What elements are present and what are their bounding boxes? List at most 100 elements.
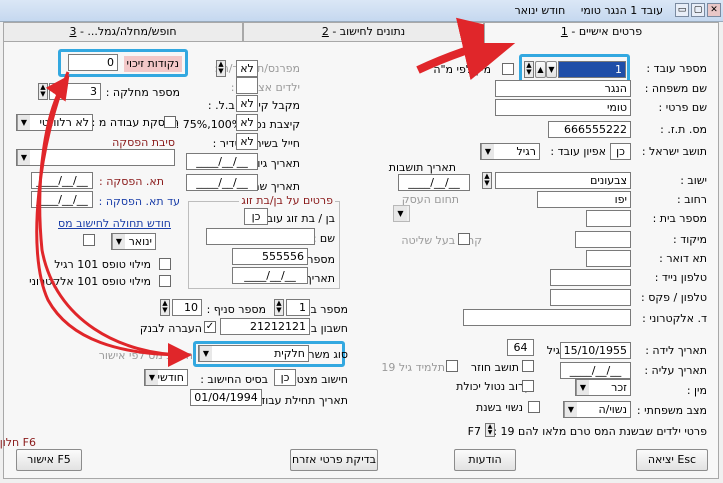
spouse-name-label: שם : [312,232,335,245]
sort-by-name-checkbox[interactable] [502,63,514,75]
messages-button[interactable]: הודעות [454,449,516,471]
tab-vacation[interactable]: חופש/מחלה/גמל... - 3 [3,22,243,42]
last-name-input[interactable]: הנגר [495,80,631,97]
employee-down-button[interactable]: ▼ [546,61,557,78]
disabled-checkbox[interactable] [522,380,534,392]
cumul-input[interactable]: כן [274,369,296,386]
chevron-down-icon[interactable]: ▼ [145,370,158,385]
spouse-works-checkbox[interactable] [528,401,540,413]
employee-up-button[interactable]: ▲ [535,61,546,78]
zip-input[interactable] [575,231,631,248]
mobile-input[interactable] [550,269,631,286]
resident-input[interactable]: כן [610,143,631,160]
form101e-label: מילוי טופס 101 אלקטרוני [29,275,151,288]
stop-date-input[interactable]: __/__/____ [31,172,93,189]
city-spin[interactable]: ▲ ▼ [482,172,492,189]
points-input[interactable]: 0 [68,54,118,71]
kids-spin[interactable]: ▲ ▼ [485,423,495,437]
job-select[interactable]: חלקית ▼ [198,345,309,362]
phone-input[interactable] [550,289,631,306]
gender-select[interactable]: זכר ▼ [575,379,631,396]
area-select[interactable]: ▼ [393,205,410,222]
exit-button[interactable]: יציאה Esc [636,449,708,471]
sort-by-name-label: מיין לפי מ"ה [433,63,491,76]
account-input[interactable]: 21212121 [220,318,310,335]
student-checkbox[interactable] [446,360,458,372]
disab-input[interactable]: לא [236,114,258,131]
chevron-down-icon[interactable]: ▼ [394,206,407,221]
birth-input[interactable]: 15/10/1955 [560,342,631,359]
settlement-date-input[interactable]: __/__/____ [398,174,470,191]
kids-pts-input[interactable]: לא [236,60,258,77]
house-input[interactable] [586,210,631,227]
chevron-down-icon[interactable]: ▼ [112,234,125,249]
dept-input[interactable]: 3 [49,83,101,100]
stop-work-checkbox[interactable] [164,116,176,128]
chevron-down-icon[interactable]: ▼ [576,380,589,395]
calc-month-checkbox[interactable] [83,234,95,246]
child-with-input[interactable] [236,77,258,94]
bank-input[interactable]: 1 [286,299,310,316]
stop-reason-select[interactable]: ▼ [16,149,175,166]
city-input[interactable]: צבעונים [495,172,631,189]
resident-label: תושב ישראל : [641,145,707,158]
restore-icon[interactable]: ▢ [691,3,705,17]
soldier-input[interactable]: לא [236,133,258,150]
first-name-label: שם פרטי : [658,101,707,114]
chevron-down-icon[interactable]: ▼ [17,115,30,130]
bank-spin[interactable]: ▲ ▼ [274,299,284,316]
relative-checkbox[interactable] [458,233,470,245]
spouse-name-input[interactable] [206,228,315,245]
stop-work-select[interactable]: לא רלוונטי ▼ [16,114,93,131]
marital-select[interactable]: נשוי/ה ▼ [563,401,631,418]
street-input[interactable]: יפו [537,191,631,208]
student-label: תלמיד גיל 19 [381,361,445,374]
spouse-id-input[interactable]: 555556 [232,248,308,265]
calc-month-select[interactable]: ינואר ▼ [111,233,156,250]
allowance-input[interactable]: לא [236,95,258,112]
until-input[interactable]: __/__/____ [31,191,93,208]
close-icon[interactable]: ✕ [707,3,721,17]
birth-label: תאריך לידה : [645,344,707,357]
minimize-icon[interactable]: ▭ [675,3,689,17]
kids-pts-spin[interactable]: ▲ ▼ [216,60,226,77]
chevron-down-icon[interactable]: ▼ [17,150,30,165]
dept-spin[interactable]: ▲ ▼ [38,83,48,100]
start-input[interactable]: 01/04/1994 [190,389,262,406]
chevron-down-icon[interactable]: ▼ [564,402,577,417]
kids-key: F7 [467,425,481,438]
pobox-input[interactable] [586,250,631,267]
branch-spin[interactable]: ▲ ▼ [160,299,170,316]
chevron-down-icon[interactable]: ▼ [199,346,212,361]
window-title: עובד 1 הנגר טומי [580,4,663,17]
spouse-works-input[interactable]: כן [244,208,268,225]
returning-checkbox[interactable] [522,360,534,372]
employee-no-input[interactable]: 1 [558,61,626,78]
spouse-birth-input[interactable]: __/__/____ [232,267,308,284]
branch-input[interactable]: 10 [172,299,202,316]
employee-no-spin[interactable]: ▲ ▼ [524,61,534,78]
returning-label: תושב חוזר [470,361,519,374]
army-end-input[interactable]: __/__/____ [186,174,258,191]
email-input[interactable] [463,309,631,326]
transfer-checkbox[interactable]: ✓ [204,321,216,333]
tab-personal[interactable]: פרטים אישיים - 1 [484,22,719,43]
emp-type-label: אפיון עובד : [550,145,606,158]
check-citizen-button[interactable]: בדיקת פרטי אזרח [290,449,378,471]
id-input[interactable]: 666555222 [548,121,631,138]
aliya-input[interactable]: __/__/____ [560,362,631,379]
first-name-input[interactable]: טומי [495,99,631,116]
emp-type-select[interactable]: רגיל ▼ [480,143,540,160]
form101e-checkbox[interactable] [159,275,171,287]
until-label: עד תא. הפסקה : [98,195,180,208]
form101-checkbox[interactable] [159,258,171,270]
basis-select[interactable]: חודשי ▼ [144,369,188,386]
chevron-down-icon[interactable]: ▼ [481,144,494,159]
basis-label: בסיס החישוב : [200,373,268,386]
army-start-input[interactable]: __/__/____ [186,153,258,170]
settlement-date-label: תאריך תושבות [388,161,456,174]
id-label: מס. ת.ז. : [660,123,707,136]
tab-calc[interactable]: נתונים לחישוב - 2 [243,22,484,42]
stop-date-label: תא. הפסקה : [99,175,164,188]
ok-button[interactable]: אישור F5 [16,449,82,471]
